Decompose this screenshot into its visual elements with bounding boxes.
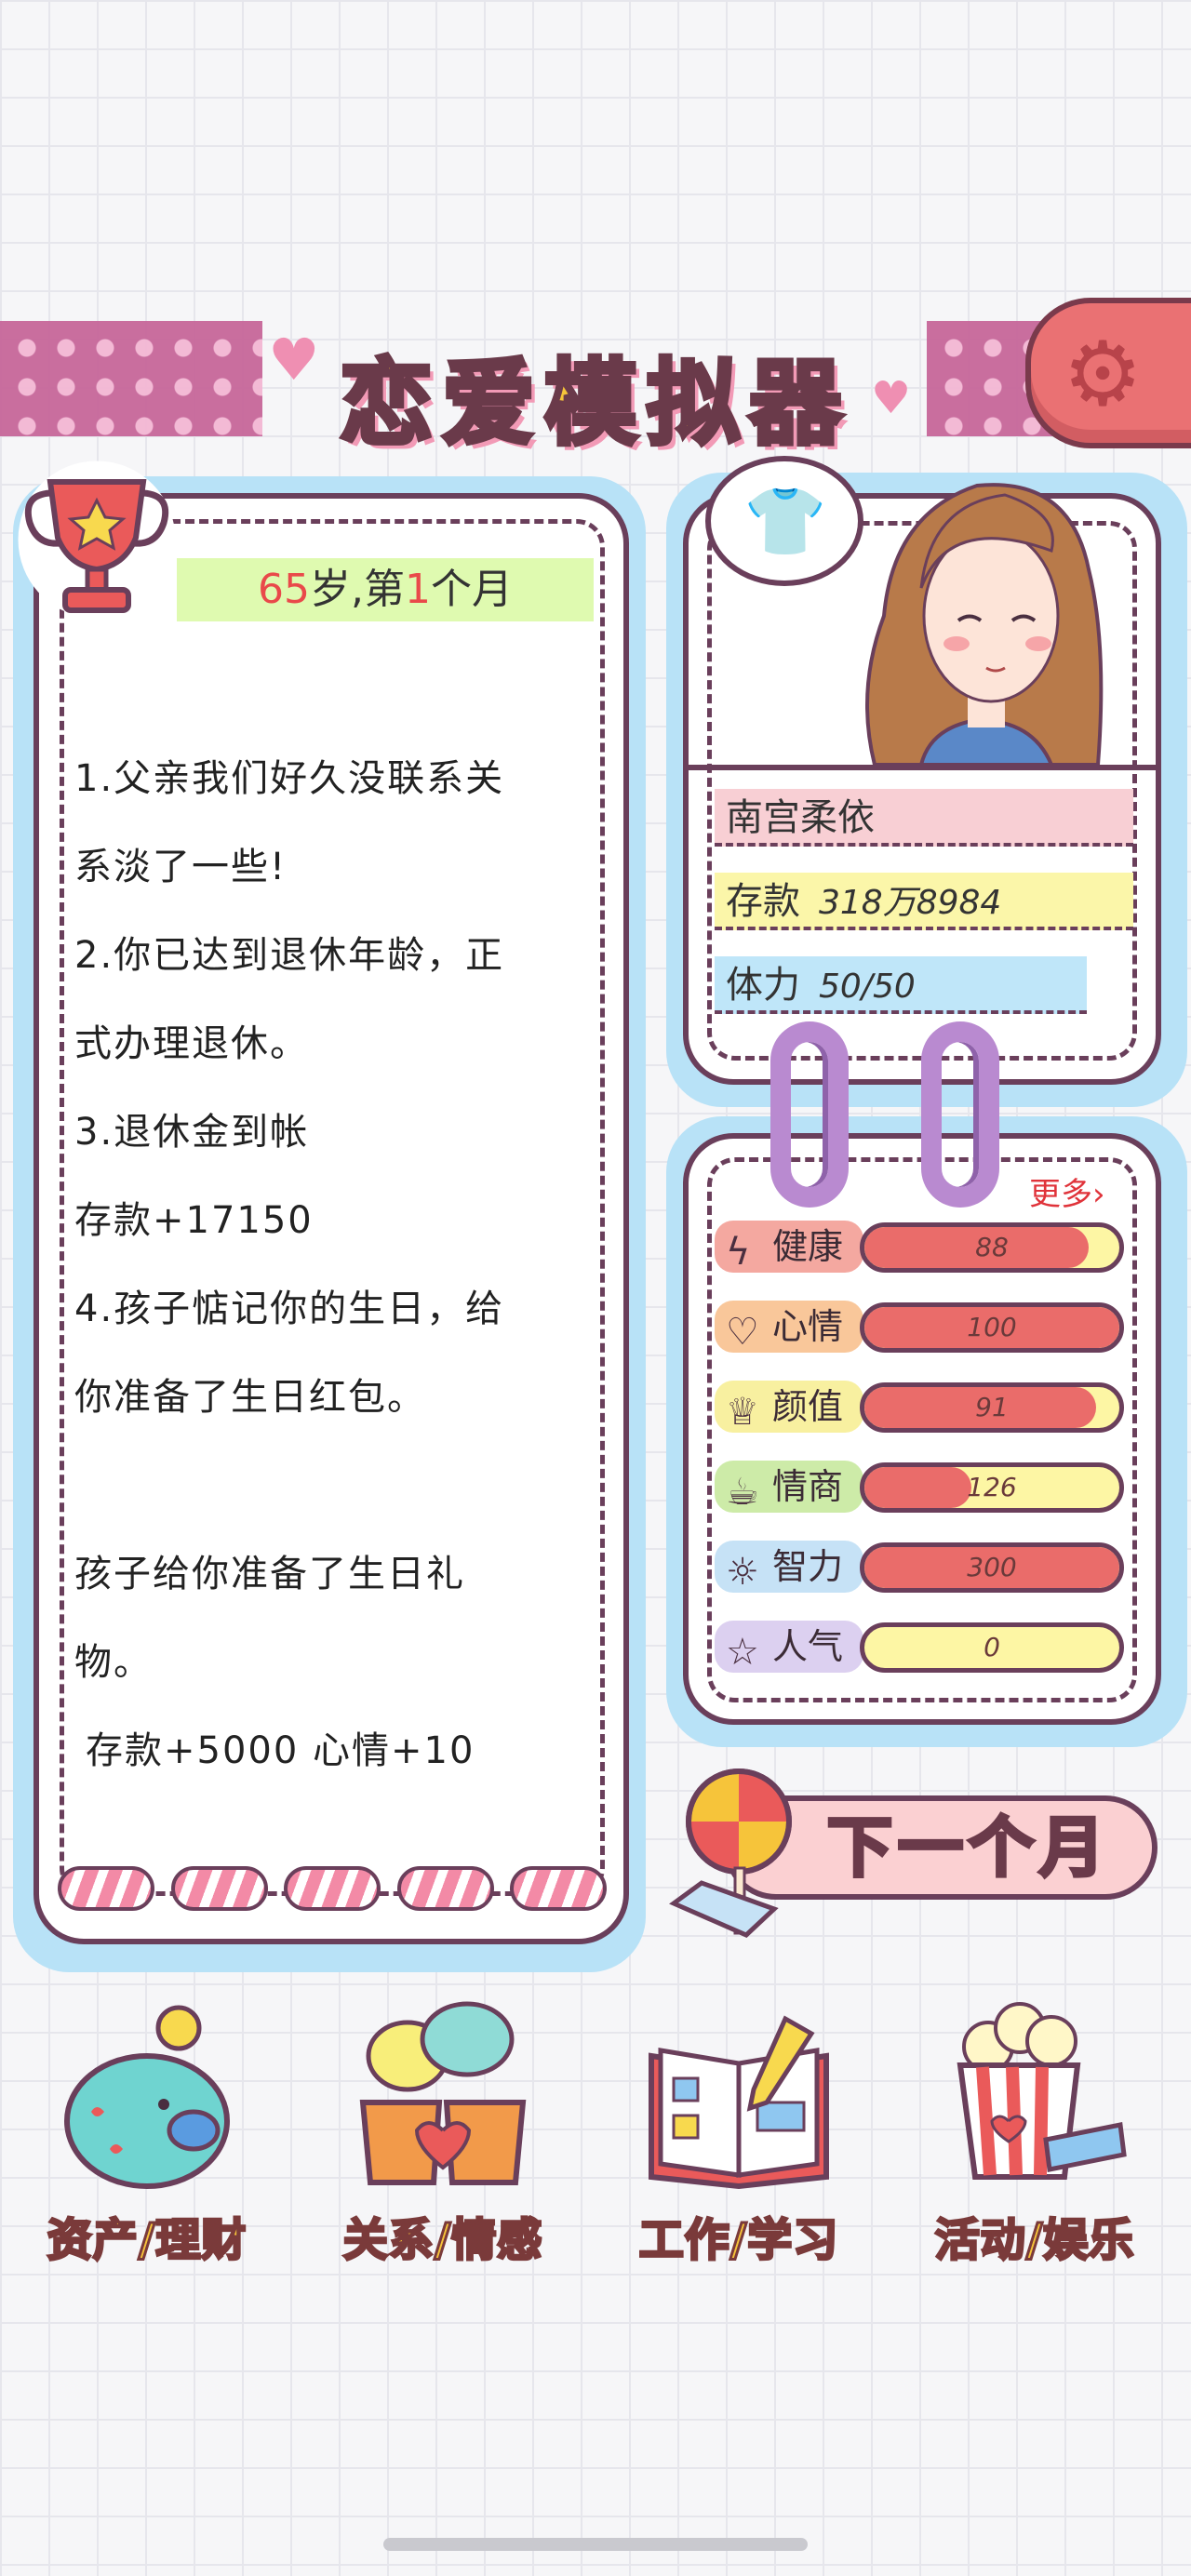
nav-activities-label: 活动/娱乐 <box>933 2213 1135 2268</box>
log-spacer <box>74 1442 596 1530</box>
month-suffix: 个月 <box>431 566 513 613</box>
log-line: 3.退休金到帐 <box>74 1111 310 1154</box>
stat-value: 0 <box>984 1632 1000 1662</box>
home-indicator[interactable] <box>383 2538 808 2551</box>
binder-ring-right <box>921 1021 999 1208</box>
stat-label: ϟ 健康 <box>715 1221 863 1274</box>
stat-label: ♕ 颜值 <box>715 1381 863 1434</box>
stat-label: ☕ 情商 <box>715 1461 863 1514</box>
stat-value: 126 <box>967 1472 1017 1502</box>
nav-relationships[interactable]: 关系/情感 <box>322 2000 564 2270</box>
stat-name: 心情 <box>772 1306 844 1347</box>
heart-icon: ♡ <box>726 1311 759 1354</box>
log-line: 2.你已达到退休年龄，正 <box>74 934 505 977</box>
stat-label: ☆ 人气 <box>715 1621 863 1674</box>
age-suffix: 岁,第 <box>310 566 405 613</box>
stat-bar: 0 <box>860 1622 1124 1673</box>
stat-name: 智力 <box>772 1546 844 1587</box>
stat-bar: 88 <box>860 1222 1124 1273</box>
candy-icon <box>170 1866 268 1911</box>
trophy-icon <box>18 460 176 619</box>
nav-assets[interactable]: 资产/理财 <box>26 2000 268 2270</box>
savings-field: 存款 318万8984 <box>715 873 1133 930</box>
stat-bar: 91 <box>860 1382 1124 1433</box>
piggy-bank-icon <box>64 2005 230 2189</box>
log-line: 你准备了生日红包。 <box>74 1376 426 1419</box>
candy-icon <box>58 1866 154 1911</box>
log-line: 存款+17150 <box>74 1199 314 1242</box>
nav-work[interactable]: 工作/学习 <box>618 2000 860 2270</box>
stat-row: ☕ 情商 126 <box>715 1459 1124 1520</box>
age-number: 65 <box>258 566 310 613</box>
crown-icon: ♕ <box>726 1391 759 1434</box>
more-stats-link[interactable]: 更多› <box>1024 1168 1111 1214</box>
savings-value: 318万8984 <box>819 884 1002 922</box>
lightning-icon: ϟ <box>726 1231 751 1274</box>
app-title: 恋爱模拟器 <box>338 347 851 460</box>
nav-work-label: 工作/学习 <box>637 2213 839 2268</box>
log-line: 1.父亲我们好久没联系关 <box>74 757 505 800</box>
stat-bar: 100 <box>860 1302 1124 1353</box>
event-log-text: 1.父亲我们好久没联系关 系淡了一些! 2.你已达到退休年龄，正 式办理退休。 … <box>74 735 596 1795</box>
stamina-field: 体力 50/50 <box>715 956 1087 1014</box>
book-icon <box>649 2015 829 2190</box>
log-line: 4.孩子惦记你的生日，给 <box>74 1288 505 1330</box>
stat-value: 91 <box>975 1392 1009 1422</box>
month-number: 1 <box>405 566 431 613</box>
age-banner: 65岁,第1个月 <box>177 558 594 621</box>
log-line: 物。 <box>74 1641 153 1684</box>
bulb-icon: ☼ <box>726 1551 759 1594</box>
stat-name: 情商 <box>772 1466 844 1507</box>
candy-icon <box>510 1866 607 1911</box>
stat-bar: 126 <box>860 1462 1124 1513</box>
stat-name: 颜值 <box>772 1386 844 1427</box>
character-name: 南宫柔依 <box>715 789 1133 847</box>
stamina-value: 50/50 <box>819 968 916 1006</box>
coffee-cups-icon <box>359 2001 527 2185</box>
stat-value: 100 <box>967 1312 1017 1342</box>
nav-relationships-label: 关系/情感 <box>341 2213 543 2268</box>
popcorn-icon <box>957 2002 1127 2180</box>
stat-value: 300 <box>967 1552 1017 1582</box>
savings-label: 存款 <box>726 880 800 923</box>
binder-ring-left <box>770 1021 849 1208</box>
stat-label: ♡ 心情 <box>715 1301 863 1354</box>
candy-icon <box>284 1866 381 1911</box>
stat-bar: 300 <box>860 1542 1124 1593</box>
shirt-icon: 👕 <box>743 482 827 560</box>
log-reward: 存款+5000 心情+10 <box>86 1729 475 1772</box>
settings-button[interactable]: ⚙ <box>1025 298 1191 448</box>
log-line: 系淡了一些! <box>74 846 288 888</box>
stamina-label: 体力 <box>726 964 800 1007</box>
candy-icon <box>396 1866 494 1911</box>
gear-icon: ⚙ <box>1063 322 1144 426</box>
outfit-button[interactable]: 👕 <box>705 456 863 586</box>
stat-value: 88 <box>975 1232 1009 1262</box>
character-avatar[interactable] <box>819 458 1135 765</box>
candy-decoration-row <box>58 1866 607 1911</box>
stat-row: ♕ 颜值 91 <box>715 1379 1124 1440</box>
log-line: 式办理退休。 <box>74 1022 309 1065</box>
nav-activities[interactable]: 活动/娱乐 <box>914 2000 1156 2270</box>
stat-row: ϟ 健康 88 <box>715 1219 1124 1280</box>
stat-row: ☼ 智力 300 <box>715 1539 1124 1600</box>
nav-assets-label: 资产/理财 <box>46 2213 248 2268</box>
stat-row: ☆ 人气 0 <box>715 1619 1124 1680</box>
log-line: 孩子给你准备了生日礼 <box>74 1553 465 1595</box>
stat-label: ☼ 智力 <box>715 1541 863 1594</box>
stat-name: 健康 <box>772 1226 844 1267</box>
profile-divider <box>683 765 1161 770</box>
lollipop-icon <box>669 1768 792 1938</box>
stat-name: 人气 <box>772 1626 844 1667</box>
cup-icon: ☕ <box>726 1471 759 1514</box>
stat-row: ♡ 心情 100 <box>715 1299 1124 1360</box>
star-icon: ☆ <box>726 1631 759 1674</box>
